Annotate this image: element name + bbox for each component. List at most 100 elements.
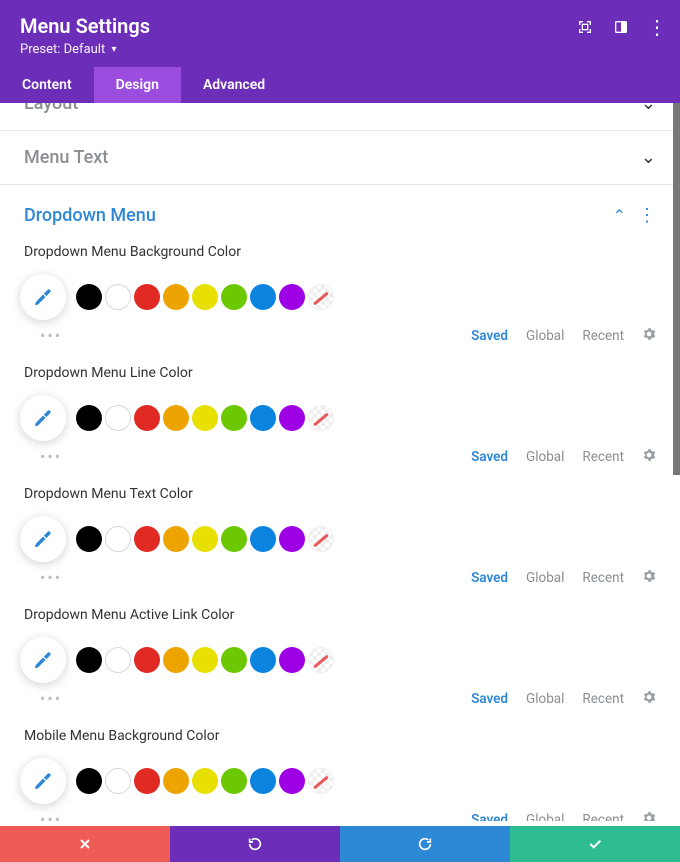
- palette-tab-saved[interactable]: Saved: [471, 570, 508, 586]
- swatch-red[interactable]: [134, 647, 160, 673]
- palette-tab-saved[interactable]: Saved: [471, 328, 508, 344]
- eyedropper-button[interactable]: [20, 274, 66, 320]
- palette-tab-global[interactable]: Global: [526, 328, 564, 344]
- swatch-white[interactable]: [105, 526, 131, 552]
- eyedropper-button[interactable]: [20, 516, 66, 562]
- gear-icon[interactable]: [642, 448, 656, 466]
- swatch-black[interactable]: [76, 284, 102, 310]
- swatch-black[interactable]: [76, 405, 102, 431]
- swatch-white[interactable]: [105, 405, 131, 431]
- palette-tab-recent[interactable]: Recent: [582, 812, 624, 822]
- palette-tab-global[interactable]: Global: [526, 570, 564, 586]
- more-icon[interactable]: •••: [40, 810, 62, 821]
- swatch-black[interactable]: [76, 768, 102, 794]
- swatch-orange[interactable]: [163, 647, 189, 673]
- gear-icon[interactable]: [642, 690, 656, 708]
- color-option: Dropdown Menu Background Color: [0, 236, 680, 320]
- swatch-yellow[interactable]: [192, 768, 218, 794]
- swatch-yellow[interactable]: [192, 284, 218, 310]
- swatch-white[interactable]: [105, 768, 131, 794]
- undo-button[interactable]: [170, 826, 340, 862]
- swatch-black[interactable]: [76, 647, 102, 673]
- swatch-green[interactable]: [221, 768, 247, 794]
- accordion-dropdown-menu[interactable]: Dropdown Menu ⌃ ⋮: [0, 185, 680, 236]
- swatch-green[interactable]: [221, 647, 247, 673]
- palette-tab-saved[interactable]: Saved: [471, 449, 508, 465]
- swatch-blue[interactable]: [250, 405, 276, 431]
- preset-selector[interactable]: Preset: Default ▾: [20, 42, 660, 57]
- eyedropper-button[interactable]: [20, 758, 66, 804]
- page-title: Menu Settings: [20, 14, 660, 38]
- palette-tab-global[interactable]: Global: [526, 691, 564, 707]
- swatch-green[interactable]: [221, 405, 247, 431]
- gear-icon[interactable]: [642, 569, 656, 587]
- swatch-red[interactable]: [134, 405, 160, 431]
- swatch-green[interactable]: [221, 284, 247, 310]
- palette-tab-recent[interactable]: Recent: [582, 691, 624, 707]
- swatch-orange[interactable]: [163, 405, 189, 431]
- redo-button[interactable]: [340, 826, 510, 862]
- option-label: Dropdown Menu Background Color: [24, 244, 656, 260]
- panel-icon[interactable]: [612, 18, 630, 36]
- swatch-transparent[interactable]: [308, 768, 334, 794]
- swatch-orange[interactable]: [163, 284, 189, 310]
- swatch-orange[interactable]: [163, 768, 189, 794]
- swatch-purple[interactable]: [279, 647, 305, 673]
- palette-tab-global[interactable]: Global: [526, 449, 564, 465]
- swatch-orange[interactable]: [163, 526, 189, 552]
- swatch-purple[interactable]: [279, 768, 305, 794]
- tab-content[interactable]: Content: [0, 67, 94, 103]
- swatch-purple[interactable]: [279, 405, 305, 431]
- swatch-yellow[interactable]: [192, 405, 218, 431]
- accordion-title: Menu Text: [24, 147, 108, 168]
- eyedropper-button[interactable]: [20, 395, 66, 441]
- swatch-transparent[interactable]: [308, 647, 334, 673]
- more-icon[interactable]: •••: [40, 568, 62, 587]
- swatch-green[interactable]: [221, 526, 247, 552]
- swatch-transparent[interactable]: [308, 284, 334, 310]
- swatch-blue[interactable]: [250, 768, 276, 794]
- palette-tab-saved[interactable]: Saved: [471, 691, 508, 707]
- gear-icon[interactable]: [642, 811, 656, 822]
- swatch-red[interactable]: [134, 284, 160, 310]
- palette-tabs: Saved Global Recent: [471, 569, 656, 587]
- more-icon[interactable]: •••: [40, 689, 62, 708]
- swatch-purple[interactable]: [279, 526, 305, 552]
- more-icon[interactable]: ⋮: [648, 18, 666, 36]
- swatch-blue[interactable]: [250, 647, 276, 673]
- save-button[interactable]: [510, 826, 680, 862]
- swatch-transparent[interactable]: [308, 405, 334, 431]
- more-icon[interactable]: •••: [40, 326, 62, 345]
- swatch-row: [20, 395, 656, 441]
- scrollbar[interactable]: [673, 103, 680, 475]
- swatch-yellow[interactable]: [192, 647, 218, 673]
- tab-design[interactable]: Design: [94, 67, 181, 103]
- tab-advanced[interactable]: Advanced: [181, 67, 287, 103]
- close-button[interactable]: [0, 826, 170, 862]
- swatch-purple[interactable]: [279, 284, 305, 310]
- swatch-yellow[interactable]: [192, 526, 218, 552]
- accordion-menu-text[interactable]: Menu Text ⌄: [0, 131, 680, 185]
- more-icon[interactable]: ⋮: [638, 205, 656, 226]
- swatch-black[interactable]: [76, 526, 102, 552]
- color-option: Mobile Menu Background Color: [0, 720, 680, 804]
- palette-tab-recent[interactable]: Recent: [582, 449, 624, 465]
- palette-tab-saved[interactable]: Saved: [471, 812, 508, 822]
- eyedropper-button[interactable]: [20, 637, 66, 683]
- swatch-red[interactable]: [134, 768, 160, 794]
- palette-tab-recent[interactable]: Recent: [582, 328, 624, 344]
- swatch-white[interactable]: [105, 284, 131, 310]
- chevron-up-icon[interactable]: ⌃: [613, 206, 626, 225]
- gear-icon[interactable]: [642, 327, 656, 345]
- swatch-red[interactable]: [134, 526, 160, 552]
- swatch-blue[interactable]: [250, 526, 276, 552]
- accordion-layout[interactable]: Layout ⌄: [0, 103, 680, 131]
- palette-tab-recent[interactable]: Recent: [582, 570, 624, 586]
- swatch-transparent[interactable]: [308, 526, 334, 552]
- scroll-area[interactable]: Layout ⌄ Menu Text ⌄ Dropdown Menu ⌃ ⋮ D…: [0, 103, 680, 821]
- fullscreen-icon[interactable]: [576, 18, 594, 36]
- palette-tab-global[interactable]: Global: [526, 812, 564, 822]
- swatch-white[interactable]: [105, 647, 131, 673]
- swatch-blue[interactable]: [250, 284, 276, 310]
- more-icon[interactable]: •••: [40, 447, 62, 466]
